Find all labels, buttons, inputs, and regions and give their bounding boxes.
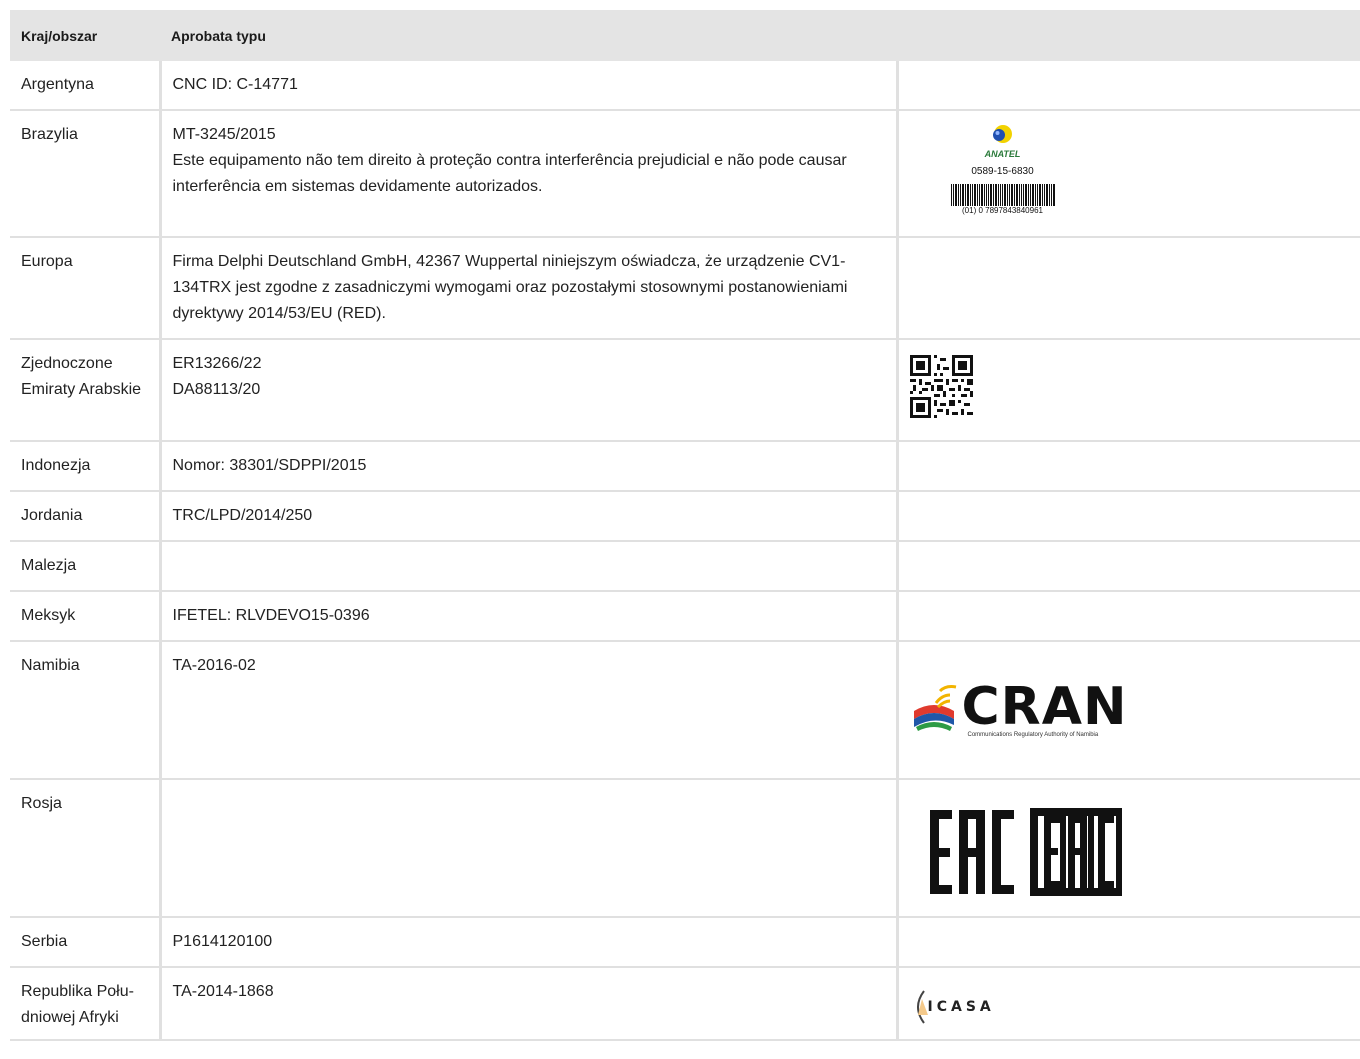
table-row: Europa Firma Delphi Deutschland GmbH, 42… <box>10 237 1360 340</box>
table-row: Indonezja Nomor: 38301/SDPPI/2015 <box>10 441 1360 492</box>
approval-text: P1614120100 <box>172 933 273 950</box>
table-row: Rosja <box>10 779 1360 918</box>
mark-cell <box>897 339 1360 442</box>
approval-cell: Nomor: 38301/SDPPI/2015 <box>160 441 899 492</box>
approval-cell: MT-3245/2015 Este equipamento não tem di… <box>160 110 899 238</box>
cran-name: CRAN <box>961 677 1128 737</box>
approval-text: ER13266/22 <box>172 355 262 372</box>
approval-text: TA-2014-1868 <box>172 983 274 1000</box>
mark-cell: ANATEL 0589-15-6830 (01) 0 7897843840961 <box>897 110 1360 238</box>
approval-text: Nomor: 38301/SDPPI/2015 <box>172 457 367 474</box>
approval-text: Firma Delphi Deutschland GmbH, 42367 Wup… <box>172 253 848 322</box>
approval-cell: CNC ID: C-14771 <box>160 61 899 111</box>
country-cell: Zjednoczone Emiraty Arabskie <box>10 339 162 442</box>
country-cell: Europa <box>10 237 162 340</box>
table-row: Brazylia MT-3245/2015 Este equipamento n… <box>10 110 1360 238</box>
country-cell: Jordania <box>10 491 162 542</box>
approval-text: CNC ID: C-14771 <box>172 76 298 93</box>
approval-text: TRC/LPD/2014/250 <box>172 507 313 524</box>
anatel-mark: ANATEL 0589-15-6830 (01) 0 7897843840961 <box>948 124 1058 215</box>
barcode-number: (01) 0 7897843840961 <box>962 206 1043 215</box>
approval-text: MT-3245/2015 <box>172 126 276 143</box>
mark-cell <box>897 491 1360 542</box>
mark-cell: ICASA <box>897 967 1360 1041</box>
approval-table: Kraj/obszar Aprobata typu Argentyna CNC … <box>10 10 1360 1041</box>
cran-subtitle: Communications Regulatory Authority of N… <box>967 732 1099 738</box>
approval-text: IFETEL: RLVDEVO15-0396 <box>172 607 370 624</box>
table-row: Serbia P1614120100 <box>10 917 1360 968</box>
table-row: Argentyna CNC ID: C-14771 <box>10 61 1360 111</box>
approval-cell: TRC/LPD/2014/250 <box>160 491 899 542</box>
cran-mark: CRAN Communications Regulatory Authority… <box>910 681 1350 739</box>
header-country: Kraj/obszar <box>10 10 160 61</box>
approval-cell: IFETEL: RLVDEVO15-0396 <box>160 591 899 642</box>
anatel-code: 0589-15-6830 <box>971 166 1034 177</box>
country-cell: Republika Połu­dniowej Afryki <box>10 967 162 1041</box>
country-cell: Meksyk <box>10 591 162 642</box>
table-row: Zjednoczone Emiraty Arabskie ER13266/22 … <box>10 339 1360 442</box>
table-row: Meksyk IFETEL: RLVDEVO15-0396 <box>10 591 1360 642</box>
country-cell: Serbia <box>10 917 162 968</box>
table-row: Republika Połu­dniowej Afryki TA-2014-18… <box>10 967 1360 1041</box>
approval-cell: TA-2016-02 <box>160 641 899 780</box>
country-cell: Argentyna <box>10 61 162 111</box>
header-marks <box>897 10 1360 61</box>
mark-cell <box>897 237 1360 340</box>
barcode-icon <box>950 184 1055 206</box>
mark-cell <box>897 541 1360 592</box>
anatel-logo-icon <box>992 125 1012 143</box>
approval-cell: Firma Delphi Deutschland GmbH, 42367 Wup… <box>160 237 899 340</box>
mark-cell <box>897 61 1360 111</box>
mark-cell <box>897 917 1360 968</box>
country-cell: Brazylia <box>10 110 162 238</box>
approval-text: TA-2016-02 <box>172 657 256 674</box>
mark-cell <box>897 591 1360 642</box>
table-row: Namibia TA-2016-02 CRAN Communications R… <box>10 641 1360 780</box>
approval-cell <box>160 779 899 918</box>
mark-cell <box>897 441 1360 492</box>
qr-code-icon <box>909 355 973 418</box>
icasa-logo-icon <box>916 990 928 1024</box>
table-row: Malezja <box>10 541 1360 592</box>
country-cell: Indonezja <box>10 441 162 492</box>
approval-cell: P1614120100 <box>160 917 899 968</box>
icasa-mark: ICASA <box>910 987 1350 1027</box>
approval-cell: TA-2014-1868 <box>160 967 899 1041</box>
eac-mark-icon <box>929 808 1122 896</box>
approval-text: DA88113/20 <box>172 381 261 398</box>
approval-cell <box>160 541 899 592</box>
table-header-row: Kraj/obszar Aprobata typu <box>10 10 1360 61</box>
icasa-name: ICASA <box>927 999 995 1015</box>
mark-cell <box>897 779 1360 918</box>
approval-cell: ER13266/22 DA88113/20 <box>160 339 899 442</box>
country-cell: Namibia <box>10 641 162 780</box>
anatel-name: ANATEL <box>984 149 1021 159</box>
mark-cell: CRAN Communications Regulatory Authority… <box>897 641 1360 780</box>
header-approval: Aprobata typu <box>160 10 897 61</box>
country-cell: Malezja <box>10 541 162 592</box>
cran-logo-icon <box>913 685 956 731</box>
country-cell: Rosja <box>10 779 162 918</box>
table-row: Jordania TRC/LPD/2014/250 <box>10 491 1360 542</box>
approval-text: Este equipamento não tem direito à prote… <box>172 152 847 195</box>
